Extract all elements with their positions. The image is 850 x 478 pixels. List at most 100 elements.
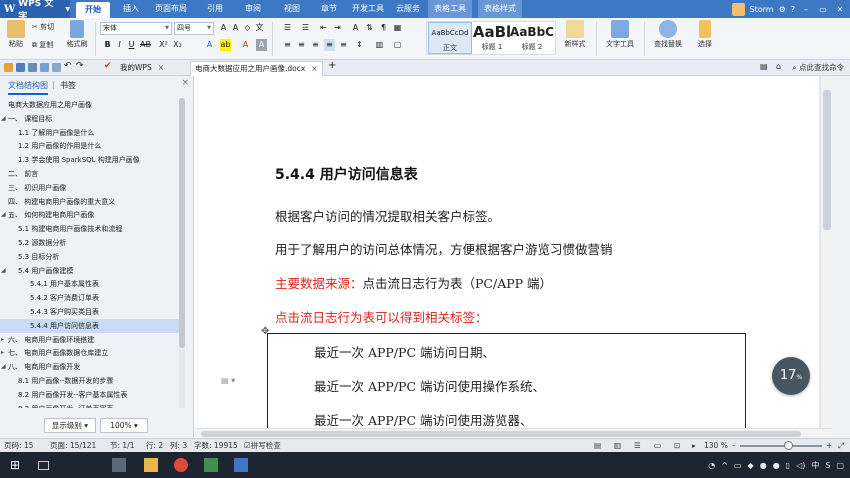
format-painter-button[interactable]: 格式刷 xyxy=(64,20,90,49)
nav-tree-item[interactable]: ▸ 六、 电商用户画像环境搭建 xyxy=(0,333,180,347)
skin-icon[interactable]: ⚙ xyxy=(779,5,786,14)
app-icon[interactable] xyxy=(204,458,218,472)
bullets-button[interactable]: ☰ xyxy=(282,22,293,34)
view-page-icon[interactable]: ▤ xyxy=(594,439,601,452)
nav-tree-item[interactable]: 8.1 用户画像--数据开发的步骤 xyxy=(0,374,180,388)
font-size-select[interactable]: 四号 ▼ xyxy=(174,22,214,35)
underline-button[interactable]: U xyxy=(126,39,137,51)
align-right-button[interactable]: ≡ xyxy=(310,39,321,51)
borders-button[interactable]: ▢ xyxy=(392,39,403,51)
expand-toggle-icon[interactable]: ◢ xyxy=(1,112,6,126)
chrome-icon[interactable] xyxy=(174,458,188,472)
zoom-menu-icon[interactable]: ▸ xyxy=(692,439,696,452)
close-icon[interactable]: × xyxy=(311,64,317,73)
expand-toggle-icon[interactable]: ▸ xyxy=(1,346,4,360)
shading-button[interactable]: ▥ xyxy=(374,39,385,51)
nav-tree-item[interactable]: 1.3 学会使用 SparkSQL 构建用户画像 xyxy=(0,153,180,167)
nav-tree-item[interactable]: 1.1 了解用户画像是什么 xyxy=(0,126,180,140)
sort-button[interactable]: ⇅ xyxy=(364,22,375,34)
style-item[interactable]: AaBbCcDd 正文 xyxy=(428,22,472,54)
doc-icon[interactable]: ▤ xyxy=(760,62,768,71)
nav-tree-item[interactable]: 四、 构建电商用户画像的重大意义 xyxy=(0,195,180,209)
tab-bookmarks[interactable]: 书签 xyxy=(60,80,76,91)
nav-tree-item[interactable]: 1.2 用户画像的作用是什么 xyxy=(0,139,180,153)
file-explorer-icon[interactable] xyxy=(144,458,158,472)
nav-tree-item[interactable]: 5.2 源数据分析 xyxy=(0,236,180,250)
zoom-value[interactable]: 130 % xyxy=(704,439,728,452)
print-icon[interactable] xyxy=(28,63,37,72)
align-left-button[interactable]: ≡ xyxy=(282,39,293,51)
expand-toggle-icon[interactable]: ▸ xyxy=(1,333,4,347)
nav-zoom-select[interactable]: 100% ▾ xyxy=(100,418,148,433)
nav-tree-item[interactable]: ◢ 五、 如何构建电商用户画像 xyxy=(0,208,180,222)
menu-tab[interactable]: 章节 xyxy=(314,0,344,18)
new-tab-button[interactable]: + xyxy=(328,60,336,71)
paste-button[interactable]: 粘贴 xyxy=(4,20,28,49)
menu-tab[interactable]: 表格样式 xyxy=(478,0,522,18)
italic-button[interactable]: I xyxy=(114,39,125,51)
volume-icon[interactable]: ◁) xyxy=(796,461,805,470)
shield-icon[interactable]: ◆ xyxy=(748,461,754,470)
view-read-icon[interactable]: ▭ xyxy=(654,439,661,452)
table-button[interactable]: ▦ xyxy=(392,22,403,34)
nav-tree-item[interactable]: ▸ 七、 电商用户画像数据仓库建立 xyxy=(0,346,180,360)
save-icon[interactable] xyxy=(16,63,25,72)
redo-icon[interactable]: ↷ xyxy=(76,61,84,71)
vertical-scrollbar[interactable] xyxy=(820,76,832,428)
zoom-slider-knob[interactable] xyxy=(784,441,793,450)
export-icon[interactable] xyxy=(52,63,61,72)
status-page-number[interactable]: 页码: 15 xyxy=(4,439,33,452)
scrollbar-thumb[interactable] xyxy=(179,98,185,348)
undo-icon[interactable]: ↶ xyxy=(64,61,72,71)
superscript-button[interactable]: X² xyxy=(158,39,169,51)
nav-tree-item[interactable]: ◢ 一、 课程目标 xyxy=(0,112,180,126)
close-icon[interactable]: × xyxy=(181,78,189,88)
style-item[interactable]: AaBbC 标题 2 xyxy=(510,22,554,54)
network-icon[interactable]: ▯ xyxy=(786,461,790,470)
expand-toggle-icon[interactable]: ◢ xyxy=(1,208,6,222)
nav-tree-item[interactable]: 5.4.4 用户访问信息表 xyxy=(0,318,180,333)
nav-tree-item[interactable]: 8.2 用户画像开发--客户基本属性表 xyxy=(0,388,180,402)
nav-tree-item[interactable]: 5.4.3 客户购买类目表 xyxy=(0,305,180,319)
style-item[interactable]: AaBl 标题 1 xyxy=(470,22,514,54)
user-name[interactable]: Storm xyxy=(750,5,774,14)
wps-taskbar-icon[interactable] xyxy=(234,458,248,472)
print-preview-icon[interactable] xyxy=(40,63,49,72)
menu-tab[interactable]: 开始 xyxy=(76,2,110,18)
find-replace-button[interactable]: 查找替换 xyxy=(648,20,688,49)
horizontal-scrollbar[interactable] xyxy=(195,428,832,438)
open-folder-icon[interactable] xyxy=(4,63,13,72)
distribute-button[interactable]: ≡ xyxy=(338,39,349,51)
numbering-button[interactable]: ☰ xyxy=(300,22,311,34)
close-icon[interactable]: × xyxy=(158,63,164,72)
command-search[interactable]: ⌕ 点此查找命令 xyxy=(792,61,844,75)
text-tools-button[interactable]: 文字工具 xyxy=(600,20,640,49)
show-marks-button[interactable]: ¶ xyxy=(378,22,389,34)
calculator-icon[interactable] xyxy=(112,458,126,472)
increase-indent-button[interactable]: ⇥ xyxy=(332,22,343,34)
pinyin-button[interactable]: 文 xyxy=(254,22,265,34)
align-center-button[interactable]: ≡ xyxy=(296,39,307,51)
avatar[interactable] xyxy=(731,2,745,16)
bold-button[interactable]: B xyxy=(102,39,113,51)
spell-check-toggle[interactable]: ☑拼写检查 xyxy=(244,439,281,452)
chinese-layout-button[interactable]: A xyxy=(350,22,361,34)
menu-tab[interactable]: 审阅 xyxy=(237,0,269,18)
nav-tree-item[interactable]: 二、 前言 xyxy=(0,167,180,181)
zoom-out-button[interactable]: – xyxy=(732,439,736,452)
font-name-select[interactable]: 宋体 ▼ xyxy=(100,22,172,35)
show-level-select[interactable]: 显示级别 ▾ xyxy=(44,418,96,433)
copy-button[interactable]: ⧉ 复制 xyxy=(32,40,53,50)
text-effect-button[interactable]: A xyxy=(204,39,215,51)
battery-icon[interactable]: ▭ xyxy=(734,461,742,470)
menu-tab[interactable]: 云服务 xyxy=(392,0,424,18)
zoom-slider[interactable] xyxy=(740,445,822,447)
nav-tree-item[interactable]: ◢ 5.4 用户画像建模 xyxy=(0,264,180,278)
expand-toggle-icon[interactable]: ◢ xyxy=(1,360,6,374)
scrollbar-thumb[interactable] xyxy=(201,431,801,437)
nav-tree-item[interactable]: 5.4.1 用户基本属性表 xyxy=(0,277,180,291)
help-button[interactable]: ? xyxy=(791,5,795,14)
nav-tree-item[interactable]: 8.3 用户画像开发--订单表宽表 xyxy=(0,402,180,408)
tools-icon[interactable]: ⌂ xyxy=(776,62,781,71)
menu-tab[interactable]: 开发工具 xyxy=(348,0,388,18)
